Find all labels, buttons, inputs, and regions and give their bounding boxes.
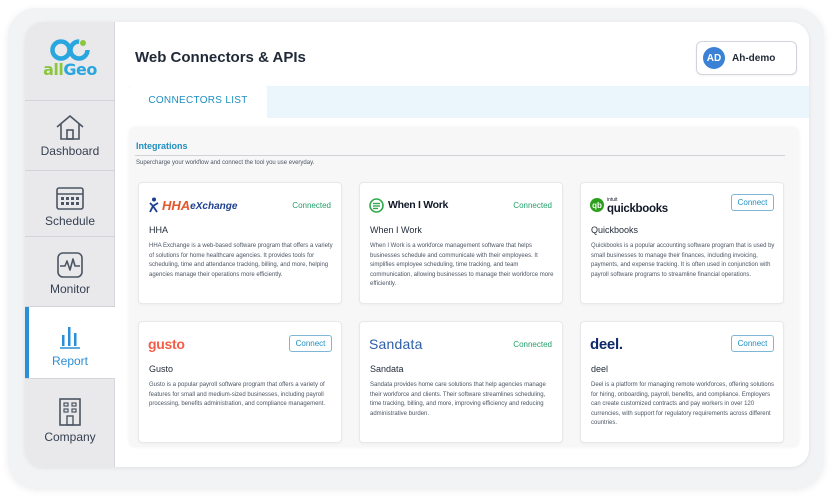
integration-card-quickbooks: qb intuit quickbooks Connect Quickbooks …	[580, 182, 784, 304]
card-title: HHA	[149, 225, 169, 235]
connect-button[interactable]: Connect	[289, 335, 332, 352]
card-title: deel	[591, 364, 609, 374]
integration-card-deel: deel. Connect deel Deel is a platform fo…	[580, 321, 784, 443]
logo-rings-icon	[50, 39, 90, 61]
hha-logo-text-a: HHA	[162, 197, 191, 213]
sidebar-item-label: Schedule	[44, 214, 96, 228]
card-description: Sandata provides home care solutions tha…	[370, 382, 546, 417]
sidebar-item-company[interactable]: Company	[25, 378, 115, 467]
gusto-logo-text: gusto	[148, 336, 185, 352]
card-description: Gusto is a popular payroll software prog…	[149, 382, 326, 407]
card-description: Deel is a platform for managing remote w…	[591, 382, 774, 426]
hha-figure-icon	[149, 197, 159, 213]
allgeo-logo[interactable]: allGeo	[25, 38, 115, 86]
sandata-logo-text: Sandata	[369, 336, 423, 352]
when-i-work-logo: When I Work	[369, 196, 448, 214]
user-menu[interactable]: AD Ah-demo	[696, 41, 797, 75]
calendar-icon	[56, 187, 84, 210]
sidebar-item-label: Dashboard	[40, 144, 100, 158]
connect-button[interactable]: Connect	[731, 335, 774, 352]
divider	[135, 155, 785, 156]
status-connected: Connected	[513, 201, 552, 210]
status-connected: Connected	[292, 201, 331, 210]
integration-card-when-i-work: When I Work Connected When I Work When I…	[359, 182, 563, 304]
page-title: Web Connectors & APIs	[135, 49, 306, 66]
sandata-logo: Sandata	[369, 335, 423, 353]
tab-connectors-list[interactable]: CONNECTORS LIST	[129, 84, 267, 118]
quickbooks-logo: qb intuit quickbooks	[590, 196, 668, 214]
building-icon	[59, 398, 81, 426]
integration-card-sandata: Sandata Connected Sandata Sandata provid…	[359, 321, 563, 443]
app-window: allGeo Dashboard Schedule Monitor Report…	[25, 22, 809, 467]
integration-card-gusto: gusto Connect Gusto Gusto is a popular p…	[138, 321, 342, 443]
user-name: Ah-demo	[732, 52, 776, 64]
card-title: Quickbooks	[591, 225, 639, 235]
card-title: Sandata	[370, 364, 404, 374]
home-icon	[56, 115, 84, 140]
sidebar-item-label: Company	[44, 430, 96, 444]
sidebar-item-schedule[interactable]: Schedule	[25, 170, 115, 236]
deel-logo-text: deel.	[590, 335, 623, 353]
card-description: HHA Exchange is a web-based software pro…	[149, 243, 333, 278]
card-title: Gusto	[149, 364, 174, 374]
section-title: Integrations	[136, 141, 188, 151]
when-i-work-logo-text: When I Work	[388, 199, 449, 211]
card-description: When I Work is a workforce management so…	[370, 243, 554, 287]
hha-logo-text-b: eXchange	[190, 200, 238, 212]
sidebar-item-label: Report	[51, 354, 89, 368]
sidebar: allGeo Dashboard Schedule Monitor Report…	[25, 22, 115, 467]
avatar: AD	[703, 47, 725, 69]
sidebar-item-report[interactable]: Report	[25, 306, 115, 378]
logo-wordmark: allGeo	[25, 60, 115, 79]
card-title: When I Work	[370, 225, 422, 235]
card-description: Quickbooks is a popular accounting softw…	[591, 243, 775, 278]
integration-card-hha: HHA eXchange Connected HHA HHA Exchange i…	[138, 182, 342, 304]
quickbooks-logo-text: quickbooks	[607, 202, 668, 215]
gusto-logo: gusto	[148, 335, 185, 353]
svg-text:qb: qb	[592, 201, 602, 210]
sidebar-item-monitor[interactable]: Monitor	[25, 236, 115, 306]
status-connected: Connected	[513, 340, 552, 349]
logo-text-all: all	[43, 60, 64, 79]
quickbooks-icon: qb	[590, 198, 604, 212]
monitor-icon	[57, 252, 83, 278]
connect-button[interactable]: Connect	[731, 194, 774, 211]
deel-logo: deel.	[590, 335, 623, 353]
logo-text-geo: Geo	[63, 60, 97, 79]
sidebar-item-label: Monitor	[49, 282, 90, 296]
hha-logo: HHA eXchange	[148, 196, 237, 214]
bar-chart-icon	[60, 327, 80, 349]
when-i-work-icon	[369, 197, 384, 213]
sidebar-item-dashboard[interactable]: Dashboard	[25, 100, 115, 170]
section-subtitle: Supercharge your workflow and connect th…	[136, 160, 315, 166]
